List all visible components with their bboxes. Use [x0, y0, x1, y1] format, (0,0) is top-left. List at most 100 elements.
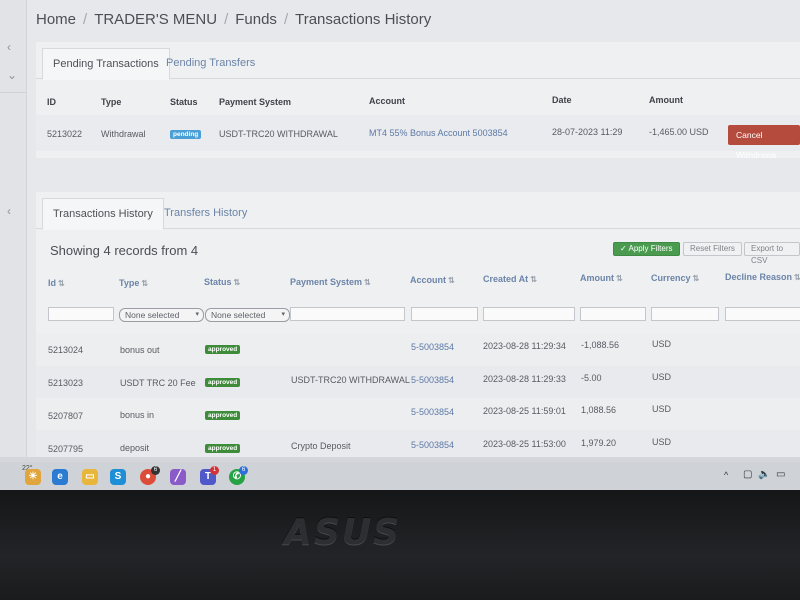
cancel-withdrawal-button[interactable]: Cancel Withdrawa	[728, 125, 800, 160]
file-explorer-icon[interactable]: ▭	[82, 469, 98, 485]
sort-icon: ⇅	[141, 279, 149, 288]
sort-icon: ⇅	[364, 278, 371, 287]
sort-icon: ⇅	[233, 278, 241, 287]
history-tabs: Transactions History Transfers History	[36, 192, 800, 230]
col-created-at[interactable]: Created At ⇅	[483, 274, 537, 284]
tab-transfers-history[interactable]: Transfers History	[154, 198, 257, 228]
row-currency: USD	[652, 339, 672, 349]
row-type: USDT TRC 20 Fee	[120, 378, 196, 388]
row-account-link[interactable]: 5-5003854	[411, 440, 454, 450]
row-payment-system: USDT-TRC20 WITHDRAWAL	[291, 375, 410, 385]
filter-payment-input[interactable]	[290, 307, 405, 321]
filter-id-input[interactable]	[48, 307, 114, 321]
status-badge: pending	[170, 130, 202, 139]
battery-icon[interactable]: ▭	[776, 469, 785, 480]
status-badge: approved	[205, 411, 241, 420]
taskbar: 22° ☀ e ▭ S ● 6 ╱ T 1 ✆ 6 ^ ▢ 🔈 ▭	[0, 462, 800, 490]
col-decline-reason[interactable]: Decline Reason ⇅	[725, 272, 800, 282]
filter-decline-input[interactable]	[725, 307, 800, 321]
weather-icon[interactable]: ☀	[25, 469, 41, 485]
breadcrumb-current: Transactions History	[295, 11, 432, 28]
col-amount[interactable]: Amount ⇅	[580, 273, 623, 283]
col-type[interactable]: Type ⇅	[119, 278, 148, 288]
network-icon[interactable]: ▢	[743, 469, 752, 480]
export-csv-button[interactable]: Export to CSV	[744, 242, 800, 265]
status-badge: approved	[205, 378, 241, 387]
row-type: deposit	[120, 443, 150, 453]
pending-panel: Pending Transactions Pending Transfers	[36, 42, 800, 158]
row-id: 5213024	[48, 345, 84, 355]
pending-account-link[interactable]: MT4 55% Bonus Account 5003854	[369, 128, 508, 138]
reset-filters-button[interactable]: Reset Filters	[683, 242, 742, 256]
col-currency[interactable]: Currency ⇅	[651, 273, 699, 283]
col-account[interactable]: Account ⇅	[410, 275, 455, 285]
chevron-down-icon[interactable]: ⌄	[7, 68, 17, 82]
check-icon: ✓	[620, 244, 627, 253]
row-created-at: 2023-08-28 11:29:34	[483, 341, 566, 351]
breadcrumb: Home / TRADER'S MENU / Funds / Transactions Hi…	[36, 11, 432, 28]
col-date: Date	[552, 95, 572, 105]
tab-pending-transactions[interactable]: Pending Transactions	[42, 48, 170, 80]
sidebar-divider	[0, 92, 26, 93]
row-account-link[interactable]: 5-5003854	[411, 342, 454, 352]
row-amount: -5.00	[581, 373, 602, 383]
pending-date: 28-07-2023 11:29	[552, 127, 623, 137]
row-created-at: 2023-08-25 11:59:01	[483, 406, 566, 416]
breadcrumb-funds[interactable]: Funds	[235, 11, 277, 28]
volume-icon[interactable]: 🔈	[758, 469, 770, 480]
filter-type-select[interactable]: None selected ▾	[119, 308, 204, 322]
breadcrumb-home[interactable]: Home	[36, 11, 76, 28]
filter-account-input[interactable]	[411, 307, 478, 321]
brand-logo: ASUS	[284, 512, 401, 553]
row-account-link[interactable]: 5-5003854	[411, 407, 454, 417]
col-id[interactable]: Id ⇅	[48, 278, 65, 288]
skype-icon[interactable]: S	[110, 469, 126, 485]
breadcrumb-traders-menu[interactable]: TRADER'S MENU	[94, 11, 217, 28]
sort-icon: ⇅	[692, 274, 700, 283]
col-payment-system[interactable]: Payment System ⇅	[290, 277, 371, 287]
tab-pending-transfers[interactable]: Pending Transfers	[156, 48, 265, 78]
filter-created-input[interactable]	[483, 307, 575, 321]
pending-tabs: Pending Transactions Pending Transfers	[36, 42, 800, 80]
chevron-left-icon[interactable]: ‹	[7, 204, 11, 218]
col-payment-system: Payment System	[219, 97, 292, 107]
chevron-down-icon: ▾	[195, 311, 199, 318]
left-sidebar: ‹ ⌄ ‹	[0, 0, 27, 462]
row-created-at: 2023-08-25 11:53:00	[483, 439, 566, 449]
row-created-at: 2023-08-28 11:29:33	[483, 374, 566, 384]
filter-currency-input[interactable]	[651, 307, 719, 321]
row-account-link[interactable]: 5-5003854	[411, 375, 454, 385]
col-type: Type	[101, 97, 122, 107]
sort-icon: ⇅	[448, 276, 455, 285]
pending-type: Withdrawal	[101, 129, 146, 139]
row-currency: USD	[652, 404, 672, 414]
pending-id: 5213022	[47, 129, 83, 139]
col-amount: Amount	[649, 95, 683, 105]
row-currency: USD	[652, 372, 672, 382]
pen-icon[interactable]: ╱	[170, 469, 186, 485]
filter-amount-input[interactable]	[580, 307, 646, 321]
sort-icon: ⇅	[530, 275, 537, 284]
chevron-up-icon[interactable]: ^	[724, 470, 728, 480]
chrome-badge: 6	[151, 466, 160, 475]
row-amount: -1,088.56	[581, 340, 620, 350]
pending-amount: -1,465.00 USD	[649, 127, 709, 137]
status-badge: approved	[205, 444, 241, 453]
row-amount: 1,979.20	[581, 438, 617, 448]
edge-icon[interactable]: e	[52, 469, 68, 485]
chevron-left-icon[interactable]: ‹	[7, 40, 11, 54]
status-badge: approved	[205, 345, 241, 354]
screen: ‹ ⌄ ‹ Home / TRADER'S MENU / Funds / Transacti…	[0, 0, 800, 462]
col-id: ID	[47, 97, 56, 107]
col-status[interactable]: Status ⇅	[204, 277, 240, 287]
col-status: Status	[170, 97, 198, 107]
records-summary: Showing 4 records from 4	[50, 243, 199, 258]
filter-status-select[interactable]: None selected ▾	[205, 308, 290, 322]
row-amount: 1,088.56	[581, 405, 617, 415]
row-currency: USD	[652, 437, 672, 447]
tab-transactions-history[interactable]: Transactions History	[42, 198, 164, 230]
pending-payment-system: USDT-TRC20 WITHDRAWAL	[219, 129, 338, 139]
apply-filters-button[interactable]: ✓ Apply Filters	[613, 242, 680, 256]
row-id: 5213023	[48, 378, 84, 388]
row-type: bonus out	[120, 345, 160, 355]
